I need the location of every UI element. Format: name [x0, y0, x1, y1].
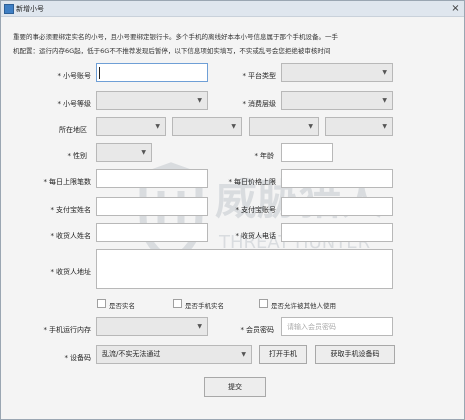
real-name-checkbox[interactable]: [97, 299, 106, 308]
alipay-name-label: * 支付宝姓名: [50, 206, 92, 214]
chevron-down-icon: ▼: [308, 123, 313, 130]
platform-select[interactable]: ▼: [281, 63, 393, 82]
phone-real-name-checkbox-label: 是否手机实名: [185, 302, 224, 310]
chevron-down-icon: ▼: [382, 123, 387, 130]
close-icon[interactable]: ×: [450, 3, 461, 14]
memory-select[interactable]: ▼: [96, 317, 208, 336]
address-textarea[interactable]: [96, 249, 393, 289]
open-phone-button[interactable]: 打开手机: [259, 345, 307, 364]
chevron-down-icon: ▼: [155, 123, 160, 130]
account-input[interactable]: [96, 63, 208, 82]
submit-button[interactable]: 提交: [204, 377, 266, 397]
consume-label: * 消费层级: [242, 100, 277, 108]
app-icon: [4, 4, 14, 14]
window-title: 新增小号: [16, 5, 44, 13]
chevron-down-icon: ▼: [197, 97, 202, 104]
region-city-select[interactable]: ▼: [172, 117, 242, 136]
platform-label: * 平台类型: [242, 72, 277, 80]
title-bar[interactable]: 新增小号 ×: [1, 1, 464, 17]
daily-amount-input[interactable]: [281, 169, 393, 188]
receiver-name-label: * 收货人姓名: [50, 232, 92, 240]
get-device-code-button[interactable]: 获取手机设备码: [315, 345, 395, 364]
device-select[interactable]: 乱流/不实无法通过 ▼: [96, 345, 252, 364]
account-label: * 小号账号: [57, 72, 92, 80]
gender-select[interactable]: ▼: [96, 143, 152, 162]
chevron-down-icon: ▼: [382, 97, 387, 104]
region-town-select[interactable]: ▼: [325, 117, 393, 136]
memory-label: * 手机运行内存: [43, 326, 92, 334]
device-label: * 设备码: [64, 354, 92, 362]
age-input[interactable]: [281, 143, 333, 162]
receiver-name-input[interactable]: [96, 223, 208, 242]
chevron-down-icon: ▼: [231, 123, 236, 130]
alipay-account-input[interactable]: [281, 197, 393, 216]
allow-others-checkbox[interactable]: [259, 299, 268, 308]
age-label: * 年龄: [254, 152, 275, 160]
daily-orders-label: * 每日上限笔数: [43, 178, 92, 186]
member-password-input[interactable]: [281, 317, 393, 336]
receiver-phone-label: * 收货人电话: [235, 232, 277, 240]
chevron-down-icon: ▼: [382, 69, 387, 76]
alipay-name-input[interactable]: [96, 197, 208, 216]
address-label: * 收货人地址: [50, 268, 92, 276]
receiver-phone-input[interactable]: [281, 223, 393, 242]
member-password-label: * 会员密码: [240, 326, 275, 334]
notice-line-1: 重要的事必须要绑定实名的小号，且小号要绑定银行卡。多个手机的离线好本本小号信息属…: [13, 33, 338, 41]
daily-amount-label: * 每日价格上限: [228, 178, 277, 186]
daily-orders-input[interactable]: [96, 169, 208, 188]
chevron-down-icon: ▼: [197, 323, 202, 330]
level-label: * 小号等级: [57, 100, 92, 108]
level-select[interactable]: ▼: [96, 91, 208, 110]
consume-select[interactable]: ▼: [281, 91, 393, 110]
region-province-select[interactable]: ▼: [96, 117, 166, 136]
gender-label: * 性别: [67, 152, 88, 160]
text-cursor: [99, 67, 100, 79]
region-district-select[interactable]: ▼: [249, 117, 319, 136]
real-name-checkbox-label: 是否实名: [109, 302, 135, 310]
add-account-dialog: 新增小号 × 重要的事必须要绑定实名的小号，且小号要绑定银行卡。多个手机的离线好…: [0, 0, 465, 420]
alipay-account-label: * 支付宝账号: [235, 206, 277, 214]
phone-real-name-checkbox[interactable]: [173, 299, 182, 308]
region-label: 所在地区: [59, 126, 87, 134]
notice-line-2: 机配置：运行内存6G起，低于6G不不推荐发现后暂停，以下信息项如实填写，不实或乱…: [13, 47, 331, 55]
chevron-down-icon: ▼: [241, 351, 246, 358]
chevron-down-icon: ▼: [141, 149, 146, 156]
allow-others-checkbox-label: 是否允许被其他人使用: [271, 302, 336, 310]
